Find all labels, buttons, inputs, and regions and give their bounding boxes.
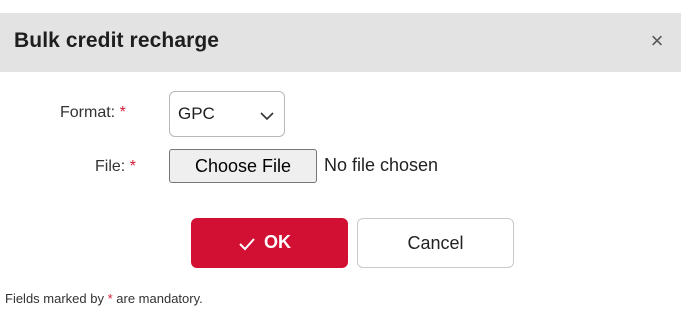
file-label: File: *	[95, 158, 136, 176]
bulk-credit-recharge-dialog: Bulk credit recharge × Format: * GPC Fil…	[0, 0, 681, 326]
file-status-text: No file chosen	[324, 155, 439, 175]
dialog-titlebar: Bulk credit recharge ×	[0, 13, 681, 72]
mandatory-footnote: Fields marked by * are mandatory.	[5, 291, 203, 306]
file-label-text: File:	[95, 158, 126, 175]
cancel-button[interactable]: Cancel	[357, 218, 514, 268]
ok-button-label: OK	[264, 232, 291, 252]
format-label: Format: *	[60, 104, 126, 122]
check-icon	[239, 235, 255, 256]
format-select-value: GPC	[178, 104, 215, 123]
format-required-mark: *	[119, 104, 126, 121]
dialog-title: Bulk credit recharge	[14, 29, 220, 52]
footnote-text-after: are mandatory.	[112, 291, 203, 306]
format-select[interactable]: GPC	[169, 91, 285, 137]
ok-button[interactable]: OK	[191, 218, 348, 268]
file-required-mark: *	[129, 158, 136, 175]
close-icon[interactable]: ×	[645, 27, 669, 55]
footnote-text-before: Fields marked by	[5, 291, 108, 306]
chevron-down-icon	[260, 108, 274, 126]
format-label-text: Format:	[60, 104, 116, 121]
choose-file-button[interactable]: Choose File	[169, 149, 317, 183]
